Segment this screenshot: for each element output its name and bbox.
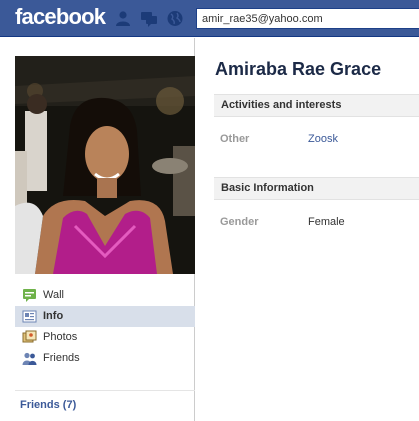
nav-item-friends[interactable]: Friends xyxy=(15,348,195,369)
row-label-gender: Gender xyxy=(220,216,259,228)
friends-count-link[interactable]: Friends (7) xyxy=(20,399,76,411)
friend-requests-icon[interactable] xyxy=(114,10,132,27)
nav-item-photos[interactable]: Photos xyxy=(15,327,195,348)
nav-label-friends: Friends xyxy=(43,352,80,364)
notifications-globe-icon[interactable] xyxy=(166,10,184,27)
left-column: Wall Info Photos Friends Friends (7) xyxy=(0,38,195,421)
row-label-other: Other xyxy=(220,133,250,145)
info-icon xyxy=(22,310,37,323)
section-header-activities: Activities and interests xyxy=(214,94,419,117)
profile-picture[interactable] xyxy=(15,56,195,274)
nav-label-wall: Wall xyxy=(43,289,64,301)
photos-icon xyxy=(22,330,37,343)
top-bar: facebook xyxy=(0,0,419,37)
section-header-basic-info: Basic Information xyxy=(214,177,419,200)
friends-icon xyxy=(22,352,37,365)
nav-item-info[interactable]: Info xyxy=(15,306,195,327)
nav-label-info: Info xyxy=(43,310,64,322)
nav-label-photos: Photos xyxy=(43,331,78,343)
profile-name: Amiraba Rae Grace xyxy=(215,59,382,79)
search-input[interactable] xyxy=(196,8,419,29)
profile-nav: Wall Info Photos Friends xyxy=(15,285,195,369)
nav-item-wall[interactable]: Wall xyxy=(15,285,195,306)
wall-icon xyxy=(23,289,36,302)
facebook-logo[interactable]: facebook xyxy=(15,4,106,30)
messages-icon[interactable] xyxy=(140,10,158,27)
row-value-gender: Female xyxy=(308,216,345,228)
nav-divider xyxy=(15,390,195,391)
row-value-zoosk[interactable]: Zoosk xyxy=(308,133,338,145)
